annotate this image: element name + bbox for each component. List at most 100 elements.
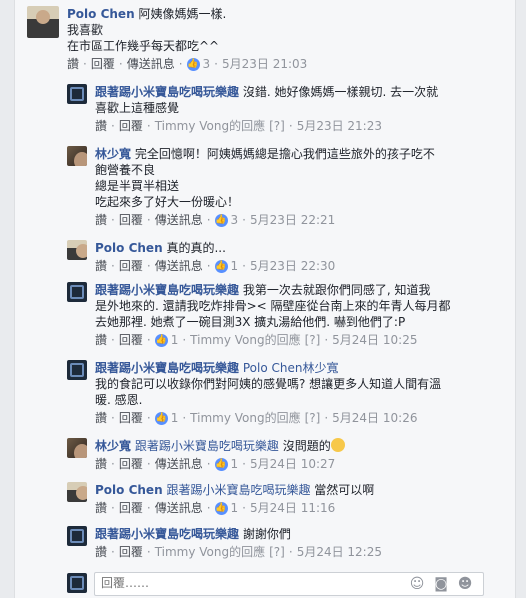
responder[interactable]: Timmy Vong的回應 [155,118,265,134]
sticker-icon[interactable]: ☻ [457,576,473,592]
avatar[interactable] [67,84,87,104]
comment-6: 林少寬 跟著踢小米寶島吃喝玩樂趣 沒問題的 讚 · 回覆 · 傳送訊息 · 👍 1 · 5… [67,438,505,472]
like-link[interactable]: 讚 [95,212,107,228]
comment-author[interactable]: 林少寬 [95,147,131,161]
translate-link[interactable]: 傳送訊息 [155,456,203,472]
separator: · [206,501,211,515]
comment-text: 謝謝你們 [242,527,291,541]
like-link[interactable]: 讚 [95,410,107,426]
like-count[interactable]: 1 [171,332,179,348]
reply-box[interactable]: ☺ ◙ ☻ [94,572,484,596]
translate-link[interactable]: 傳送訊息 [155,500,203,516]
comment-text: 我喜歡 [67,23,104,37]
emoji-icon[interactable]: ☺ [409,576,425,592]
like-count[interactable]: 3 [203,56,211,72]
reply-link[interactable]: 回覆 [119,212,143,228]
comment-actions: 讚 · 回覆 · 👍 1 · Timmy Vong的回應 [?] · 5月24日 10:26 [95,410,505,426]
mention-link[interactable]: 跟著踢小米寶島吃喝玩樂趣 [166,483,310,497]
separator: · [146,333,151,347]
timestamp[interactable]: 5月24日 12:25 [297,544,382,560]
comment-author[interactable]: Polo Chen [67,7,135,21]
timestamp[interactable]: 5月23日 22:21 [250,212,335,228]
reply-link[interactable]: 回覆 [119,410,143,426]
reply-link[interactable]: 回覆 [119,258,143,274]
comment-author[interactable]: 林少寬 [95,439,131,453]
timestamp[interactable]: 5月23日 22:30 [250,258,335,274]
separator: · [242,259,246,273]
comment-author[interactable]: 跟著踢小米寶島吃喝玩樂趣 [95,283,239,297]
timestamp[interactable]: 5月24日 10:27 [250,456,335,472]
translate-link[interactable]: 傳送訊息 [127,56,175,72]
translate-link[interactable]: 傳送訊息 [155,258,203,274]
comment-text: 總是半買半相送 [95,179,180,193]
like-link[interactable]: 讚 [95,332,107,348]
avatar[interactable] [27,6,59,38]
avatar[interactable] [67,146,87,166]
like-link[interactable]: 讚 [95,544,107,560]
avatar[interactable] [67,240,87,260]
comment-text: 去她那裡. 她煮了一碗目測3X 擴丸湯給他們. 嚇到他們了:P [95,315,406,329]
comment-author[interactable]: Polo Chen [95,241,163,255]
comment-text: 暖. 感恩. [95,393,143,407]
like-count-icon: 👍 [214,457,228,471]
separator: · [83,57,87,71]
avatar[interactable] [67,282,87,302]
edited-marker[interactable]: [?] [305,332,321,348]
like-count-icon: 👍 [214,259,228,273]
reply-link[interactable]: 回覆 [119,118,143,134]
like-link[interactable]: 讚 [95,500,107,516]
responder[interactable]: Timmy Vong的回應 [155,544,265,560]
reply-link[interactable]: 回覆 [119,456,143,472]
timestamp[interactable]: 5月23日 21:23 [297,118,382,134]
separator: · [146,119,151,133]
mention-link[interactable]: 跟著踢小米寶島吃喝玩樂趣 [135,439,279,453]
edited-marker[interactable]: [?] [305,410,321,426]
like-count[interactable]: 3 [231,212,239,228]
comment-text: 當然可以啊 [314,483,375,497]
like-count[interactable]: 1 [171,410,179,426]
comment-author[interactable]: 跟著踢小米寶島吃喝玩樂趣 [95,361,239,375]
separator: · [206,457,211,471]
timestamp[interactable]: 5月24日 10:25 [332,332,417,348]
separator: · [146,259,151,273]
like-link[interactable]: 讚 [95,258,107,274]
mention-link[interactable]: Polo Chen林少寬 [243,361,339,375]
avatar[interactable] [67,482,87,502]
camera-icon[interactable]: ◙ [433,576,449,592]
timestamp[interactable]: 5月24日 11:16 [250,500,335,516]
comment-text: 沒問題的 [282,439,331,453]
responder[interactable]: Timmy Vong的回應 [190,332,300,348]
timestamp[interactable]: 5月24日 10:26 [332,410,417,426]
comment-author[interactable]: Polo Chen [95,483,163,497]
reply-link[interactable]: 回覆 [91,56,115,72]
reply-link[interactable]: 回覆 [119,500,143,516]
comment-author[interactable]: 跟著踢小米寶島吃喝玩樂趣 [95,527,239,541]
reply-input[interactable] [95,573,397,593]
like-count-icon: 👍 [154,333,168,347]
separator: · [146,545,151,559]
separator: · [288,119,293,133]
edited-marker[interactable]: [?] [269,118,285,134]
timestamp[interactable]: 5月23日 21:03 [222,56,307,72]
like-count[interactable]: 1 [231,456,239,472]
comment-8: 跟著踢小米寶島吃喝玩樂趣 謝謝你們 讚 · 回覆 · Timmy Vong的回應 [?… [67,526,505,560]
reply-link[interactable]: 回覆 [119,332,143,348]
comment-author[interactable]: 跟著踢小米寶島吃喝玩樂趣 [95,85,239,99]
like-link[interactable]: 讚 [95,456,107,472]
like-link[interactable]: 讚 [67,56,79,72]
like-count[interactable]: 1 [231,258,239,274]
reply-link[interactable]: 回覆 [119,544,143,560]
translate-link[interactable]: 傳送訊息 [155,212,203,228]
like-count-icon: 👍 [214,213,228,227]
comment-text: 阿姨像媽媽一樣. [138,7,227,21]
like-count[interactable]: 1 [231,500,239,516]
avatar[interactable] [67,526,87,546]
avatar[interactable] [67,438,87,458]
separator: · [111,213,115,227]
edited-marker[interactable]: [?] [269,544,285,560]
responder[interactable]: Timmy Vong的回應 [190,410,300,426]
comment-actions: 讚 · 回覆 · Timmy Vong的回應 [?] · 5月24日 12:25 [95,544,505,560]
comment-7: Polo Chen 跟著踢小米寶島吃喝玩樂趣 當然可以啊 讚 · 回覆 · 傳送訊息… [67,482,505,516]
avatar[interactable] [67,360,87,380]
like-link[interactable]: 讚 [95,118,107,134]
